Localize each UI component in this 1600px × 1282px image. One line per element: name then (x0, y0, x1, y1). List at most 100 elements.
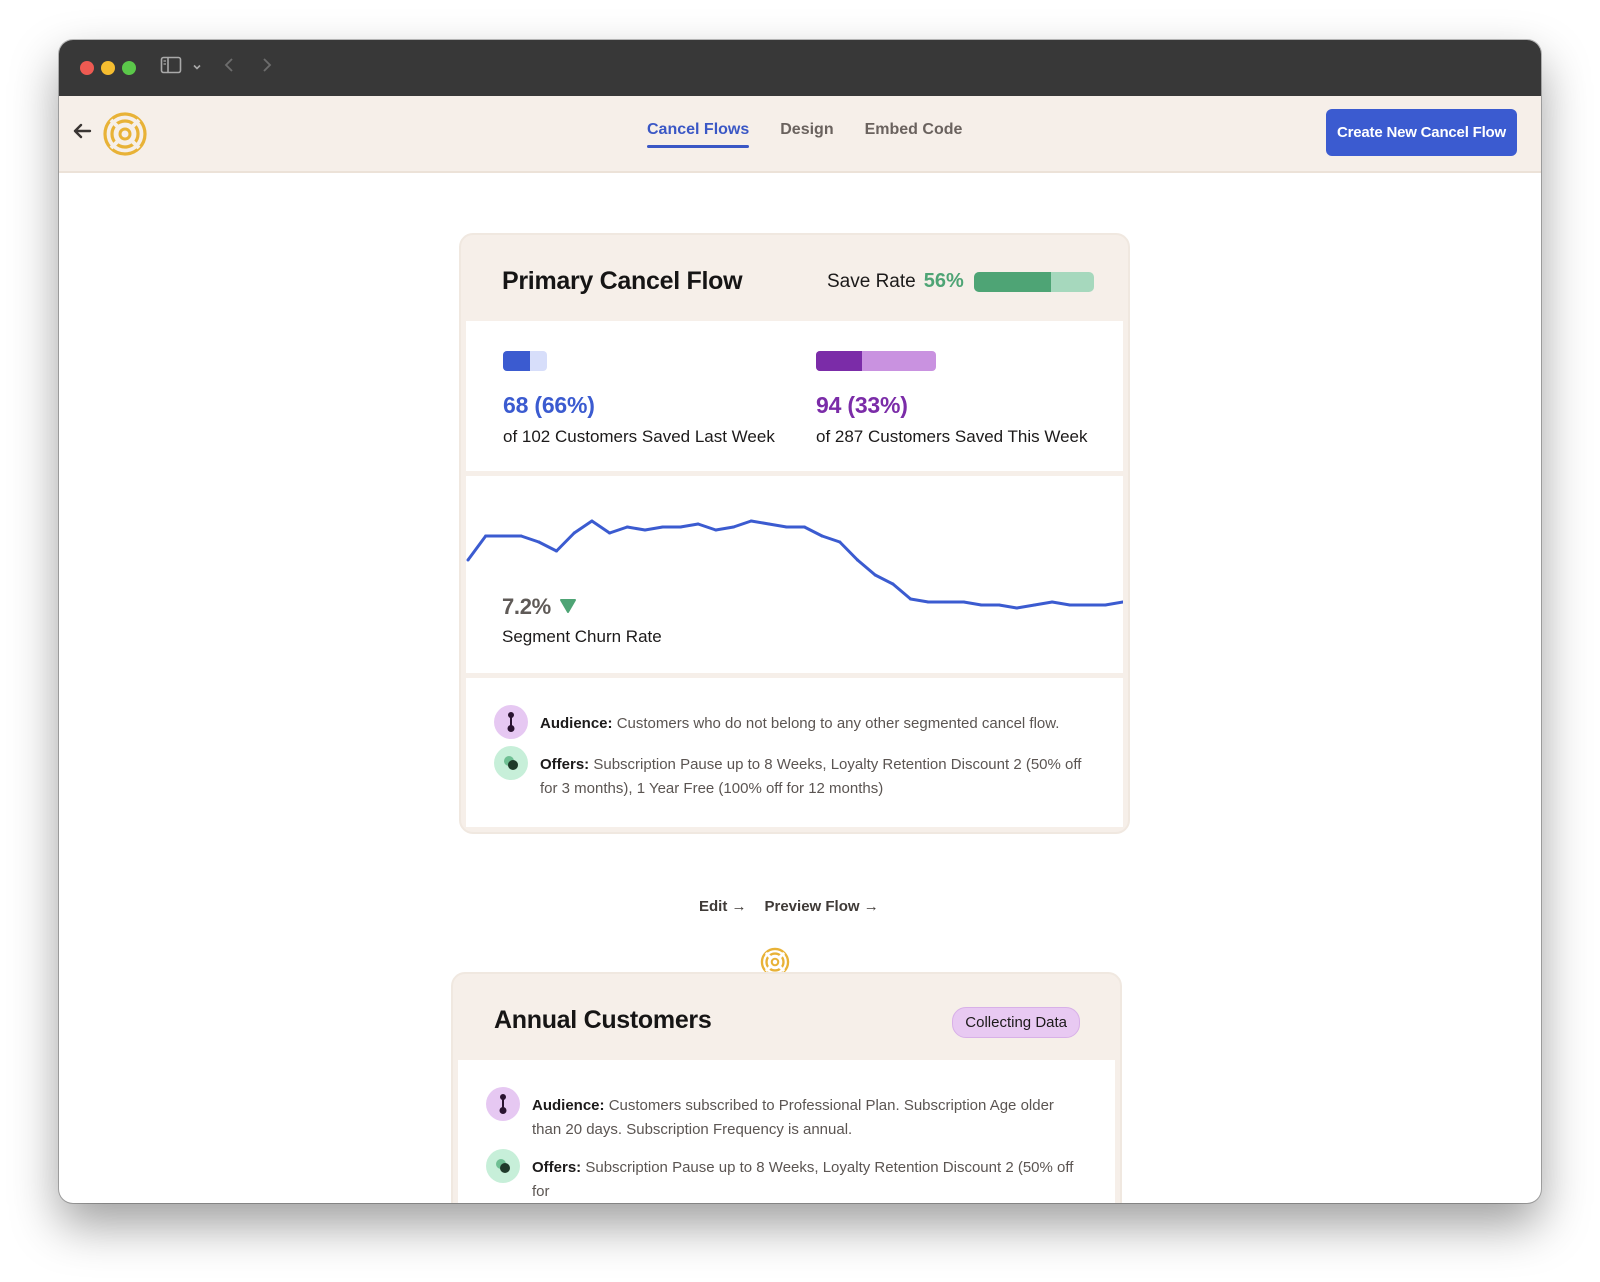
last-week-desc: of 102 Customers Saved Last Week (503, 427, 775, 446)
audience-value: Customers who do not belong to any other… (616, 715, 1060, 732)
card-header: Primary Cancel Flow Save Rate 56% (466, 235, 1123, 321)
close-window-button[interactable] (80, 61, 94, 75)
churn-chart-panel: 7.2% Segment Churn Rate (466, 476, 1123, 673)
browser-forward-icon[interactable] (259, 55, 273, 80)
churn-point-36 (1103, 603, 1107, 607)
churn-point-6 (572, 531, 576, 535)
churn-point-17 (767, 522, 771, 526)
flow-actions: Edit → Preview Flow → (699, 898, 879, 915)
churn-point-14 (714, 528, 718, 532)
app-header: Cancel Flows Design Embed Code Create Ne… (59, 96, 1541, 173)
churn-point-12 (678, 525, 682, 529)
offers-text: Offers: Subscription Pause up to 8 Weeks… (532, 1156, 1085, 1203)
tab-cancel-flows[interactable]: Cancel Flows (640, 96, 756, 148)
down-triangle-icon (559, 594, 577, 620)
browser-window: Cancel Flows Design Embed Code Create Ne… (59, 40, 1541, 1203)
back-arrow-icon[interactable] (71, 120, 93, 147)
churn-point-35 (1086, 603, 1090, 607)
audience-icon (494, 705, 528, 739)
churn-point-18 (785, 525, 789, 529)
churn-point-22 (856, 558, 859, 562)
save-rate-label: Save Rate (827, 270, 916, 292)
sidebar-toggle-icon[interactable] (160, 55, 182, 80)
churn-point-9 (625, 525, 629, 529)
churn-point-26 (926, 600, 930, 604)
last-week-value: 68 (66%) (503, 392, 595, 418)
audience-label: Audience: (540, 715, 613, 732)
churn-point-3 (519, 534, 523, 538)
churn-value-row: 7.2% (502, 594, 662, 620)
main-content: Primary Cancel Flow Save Rate 56% 68 (66… (59, 173, 1541, 1203)
this-week-bar (816, 351, 936, 371)
card-title: Primary Cancel Flow (502, 267, 743, 295)
preview-flow-link[interactable]: Preview Flow → (765, 898, 879, 915)
create-new-cancel-flow-button[interactable]: Create New Cancel Flow (1326, 109, 1517, 156)
minimize-window-button[interactable] (101, 61, 115, 75)
offers-value: Subscription Pause up to 8 Weeks, Loyalt… (540, 756, 1082, 797)
churn-point-0 (466, 558, 470, 562)
card-title: Annual Customers (494, 1006, 712, 1034)
churn-point-34 (1068, 603, 1072, 607)
churn-point-31 (1015, 606, 1019, 610)
offers-value: Subscription Pause up to 8 Weeks, Loyalt… (532, 1159, 1074, 1200)
stat-last-week: 68 (66%) of 102 Customers Saved Last Wee… (503, 351, 775, 447)
tab-design[interactable]: Design (773, 96, 840, 148)
churn-point-29 (979, 603, 983, 607)
churn-point-8 (608, 531, 612, 535)
churn-point-2 (501, 534, 505, 538)
chevron-down-icon[interactable] (192, 59, 202, 77)
tab-embed-code[interactable]: Embed Code (858, 96, 970, 148)
flow-details-panel: Audience: Customers who do not belong to… (466, 678, 1123, 827)
churn-point-30 (997, 603, 1001, 607)
churn-label: Segment Churn Rate (502, 627, 662, 646)
stat-this-week: 94 (33%) of 287 Customers Saved This Wee… (816, 351, 1088, 447)
edit-link[interactable]: Edit → (699, 898, 747, 915)
offers-label: Offers: (532, 1159, 582, 1176)
churn-point-21 (838, 540, 842, 544)
churn-point-15 (732, 525, 735, 529)
churn-point-33 (1050, 600, 1054, 604)
churn-point-16 (749, 519, 753, 523)
save-rate-bar-fill (973, 271, 1051, 292)
this-week-value: 94 (33%) (816, 392, 908, 418)
save-rate-bar (973, 271, 1094, 292)
annual-customers-card: Annual Customers Collecting Data Audienc… (451, 972, 1122, 1203)
churn-summary: 7.2% Segment Churn Rate (502, 594, 662, 647)
offers-icon (486, 1149, 520, 1183)
stats-panel: 68 (66%) of 102 Customers Saved Last Wee… (466, 321, 1123, 471)
churn-point-20 (820, 534, 824, 538)
churn-point-27 (944, 600, 948, 604)
save-rate-value: 56% (923, 270, 964, 292)
churn-point-28 (962, 600, 966, 604)
audience-value: Customers subscribed to Professional Pla… (532, 1097, 1054, 1138)
offers-text: Offers: Subscription Pause up to 8 Weeks… (540, 753, 1093, 801)
churn-point-7 (590, 519, 594, 523)
audience-text: Audience: Customers subscribed to Profes… (532, 1094, 1085, 1142)
last-week-bar (503, 351, 547, 371)
maximize-window-button[interactable] (122, 61, 136, 75)
browser-back-icon[interactable] (223, 55, 237, 80)
churn-point-4 (537, 540, 541, 544)
offers-row: Offers: Subscription Pause up to 8 Weeks… (494, 746, 1093, 801)
churn-point-1 (484, 534, 488, 538)
churn-point-32 (1033, 603, 1036, 607)
save-rate: Save Rate 56% (827, 270, 1094, 293)
churn-point-13 (696, 522, 700, 526)
audience-text: Audience: Customers who do not belong to… (540, 712, 1059, 736)
window-titlebar (59, 40, 1541, 96)
offers-row: Offers: Subscription Pause up to 8 Weeks… (486, 1149, 1085, 1203)
audience-label: Audience: (532, 1097, 605, 1114)
churn-point-25 (909, 597, 913, 601)
logo-icon[interactable] (102, 111, 148, 162)
primary-cancel-flow-card: Primary Cancel Flow Save Rate 56% 68 (66… (459, 233, 1130, 834)
offers-label: Offers: (540, 756, 590, 773)
status-badge: Collecting Data (952, 1007, 1080, 1038)
top-tabs: Cancel Flows Design Embed Code (640, 96, 986, 173)
flow-details-panel: Audience: Customers subscribed to Profes… (458, 1060, 1115, 1203)
churn-value: 7.2% (502, 594, 551, 619)
card-header: Annual Customers Collecting Data (458, 974, 1115, 1060)
churn-point-23 (873, 573, 877, 577)
churn-point-5 (555, 549, 558, 553)
churn-point-24 (891, 582, 895, 586)
churn-point-19 (802, 525, 806, 529)
